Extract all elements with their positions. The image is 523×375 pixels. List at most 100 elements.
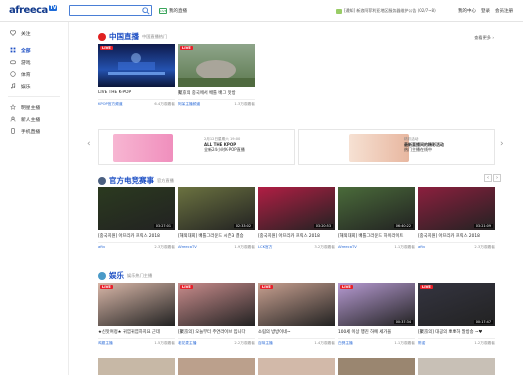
sidebar-item-star-streamer[interactable]: 明星主播 [0,101,68,113]
stream-meta: 鸡翅主播 1.5万观看者 [98,338,175,346]
stream-thumbnail[interactable] [338,358,415,375]
stream-card[interactable]: LIVE LIVE THE K-POP KPOP官方频道 6.4万观看者 [98,44,175,107]
stream-thumbnail[interactable]: LIVE 00:37:34 [338,283,415,326]
banner-next-arrow-icon[interactable]: › [500,139,504,149]
sidebar-item-mobile-live[interactable]: 手机直播 [0,125,68,137]
channel-name[interactable]: AfreecaTV [338,245,357,250]
stream-title[interactable]: [중국지원] 아프리카 프릭스 2018 [258,233,335,239]
stream-card[interactable]: 02:33:02 [해외대회] 배틀그라운드 시즌3 결승 AfreecaTV 1.9… [178,187,255,250]
login-link[interactable]: 登录 [481,8,490,14]
stream-title[interactable]: ★신맛여정★ 귀염귀염하지요 근데 [98,329,175,335]
channel-name[interactable]: AfreecaTV [178,245,197,250]
sidebar-item-all[interactable]: 全部 [0,44,68,56]
stream-thumbnail[interactable] [418,358,495,375]
stream-title[interactable]: 聚京의 중국에서 배틀 배그 맛방 [178,90,255,96]
duration-badge: 03:20:53 [313,224,333,228]
my-center-link[interactable]: 我的中心 [458,8,476,14]
channel-name[interactable]: 白鸽主播 [338,341,353,346]
stream-card[interactable]: 06:40:22 [해외대회] 배틀그라운드 하이라이트 AfreecaTV 1.1万… [338,187,415,250]
stream-card[interactable]: LIVE [聚京의] 오늘부터 주연라이브 입니다 老花麦主播 2.2万观看者 [178,283,255,346]
register-link[interactable]: 会员注册 [495,8,513,14]
stream-title[interactable]: 소림의 방방이네~ [258,329,335,335]
ball-icon [10,71,16,77]
channel-name[interactable]: 百味主播 [258,341,273,346]
notice-icon [336,8,342,14]
channel-name[interactable]: LCK官方 [258,245,272,250]
stream-title[interactable]: [해외대회] 배틀그라운드 하이라이트 [338,233,415,239]
top-nav: 我的中心 登录 会员注册 [458,8,513,14]
stream-thumbnail[interactable]: LIVE [98,283,175,326]
duration-badge: 03:21:09 [473,224,493,228]
next-arrow-icon[interactable]: › [493,174,501,182]
stream-thumbnail[interactable]: 03:20:53 [258,187,335,230]
stream-thumbnail[interactable] [178,358,255,375]
promo-banner[interactable]: 精彩活动 最新直播间的精彩活动 热门主播在线中 [298,129,495,165]
sidebar-item-label: 娱乐 [21,84,31,90]
stream-thumbnail[interactable]: 03:21:09 [418,187,495,230]
user-icon [10,116,16,122]
grid-icon [10,47,16,53]
search-icon[interactable] [142,7,150,15]
viewer-count: 1.1万观看者 [394,245,415,249]
stream-card[interactable]: LIVE ★신맛여정★ 귀염귀염하지요 근데 鸡翅主播 1.5万观看者 [98,283,175,346]
stream-thumbnail[interactable] [258,358,335,375]
stream-card[interactable]: LIVE 소림의 방방이네~ 百味主播 1.4万观看者 [258,283,335,346]
promo-banner[interactable]: 2月12日星期六 19:00 ALL THE KPOP 全新24小时K-POP直… [98,129,295,165]
viewer-count: 2.2万观看者 [234,341,255,345]
live-badge: LIVE [180,285,193,289]
channel-name[interactable]: 陈诺 [418,341,425,346]
afreecatv-logo[interactable]: afreeca TV [9,5,58,16]
stream-thumbnail[interactable]: LIVE [178,283,255,326]
stream-title[interactable]: LIVE THE K-POP [98,90,175,96]
stream-card[interactable]: LIVE 00:37:34 100세 이상 행진 하예 세가을 白鸽主播 1.1万观看者 [338,283,415,346]
stream-thumbnail[interactable]: 03:27:01 [98,187,175,230]
sidebar-item-new-streamer[interactable]: 新人主播 [0,113,68,125]
channel-name[interactable]: 阿呆主播频道 [178,102,200,107]
channel-name[interactable]: aftv [98,245,105,250]
sidebar-item-entertainment[interactable]: 娱乐 [0,80,68,92]
live-badge: LIVE [100,46,113,50]
stream-card[interactable]: 03:21:09 [중국지원] 아프리카 프릭스 2018 aftv 2.3万观看者 [418,187,495,250]
stream-thumbnail[interactable]: 02:33:02 [178,187,255,230]
stream-title[interactable]: [중국지원] 아프리카 프릭스 2018 [98,233,175,239]
channel-name[interactable]: aftv [418,245,425,250]
stream-card[interactable]: 03:20:53 [중국지원] 아프리카 프릭스 2018 LCK官方 3.2万观看者 [258,187,335,250]
live-icon: LIVE [159,7,167,14]
search-input[interactable] [69,5,152,16]
view-more-link[interactable]: 查看更多 › [474,35,494,41]
sidebar-item-game[interactable]: 游戏 [0,56,68,68]
stream-thumbnail[interactable]: LIVE [178,44,255,87]
stream-thumbnail[interactable]: LIVE 00:17:47 [418,283,495,326]
section-esports-title: 官方电竞赛事 官方直播 [98,175,174,186]
section-china-title: 中国直播 中国直播热门 [98,31,167,42]
carousel-nav: ‹ › [484,174,501,182]
entertainment-icon [98,271,106,280]
my-live-button[interactable]: LIVE 我的直播 [159,6,187,15]
stream-title[interactable]: [중국지원] 아프리카 프릭스 2018 [418,233,495,239]
live-badge: LIVE [260,285,273,289]
channel-name[interactable]: 鸡翅主播 [98,341,113,346]
sidebar-item-sports[interactable]: 体育 [0,68,68,80]
stream-card[interactable]: LIVE 00:17:47 [聚京의] 대공의 뽀뽀하 말방송 ~♥ 陈诺 1.2万观看… [418,283,495,346]
stream-title[interactable]: 100세 이상 행진 하예 세가을 [338,329,415,335]
stream-card[interactable]: LIVE 聚京의 중국에서 배틀 배그 맛방 阿呆主播频道 1.3万观看者 [178,44,255,107]
notice-banner[interactable]: [通知] 新浪阿菲利亚地区服务器维护公告 (02/7~8) [336,8,436,14]
banner-prev-arrow-icon[interactable]: ‹ [87,139,91,149]
sidebar-item-label: 新人主播 [21,117,41,123]
sidebar-item-label: 游戏 [21,60,31,66]
stream-thumbnail[interactable]: LIVE [98,44,175,87]
stream-title[interactable]: [聚京의] 오늘부터 주연라이브 입니다 [178,329,255,335]
stream-thumbnail[interactable] [98,358,175,375]
stream-title[interactable]: [해외대회] 배틀그라운드 시즌3 결승 [178,233,255,239]
top-bar: afreeca TV LIVE 我的直播 [通知] 新浪阿菲利亚地区服务器维护公告… [0,0,523,22]
stream-thumbnail[interactable]: LIVE [258,283,335,326]
stream-title[interactable]: [聚京의] 대공의 뽀뽀하 말방송 ~♥ [418,329,495,335]
channel-name[interactable]: KPOP官方频道 [98,102,123,107]
stream-card[interactable]: 03:27:01 [중국지원] 아프리카 프릭스 2018 aftv 2.3万观看者 [98,187,175,250]
stream-thumbnail[interactable]: 06:40:22 [338,187,415,230]
sidebar-item-follow[interactable]: 关注 [0,27,68,39]
logo-badge: TV [48,5,58,11]
prev-arrow-icon[interactable]: ‹ [484,174,492,182]
channel-name[interactable]: 老花麦主播 [178,341,196,346]
viewer-count: 1.9万观看者 [234,245,255,249]
